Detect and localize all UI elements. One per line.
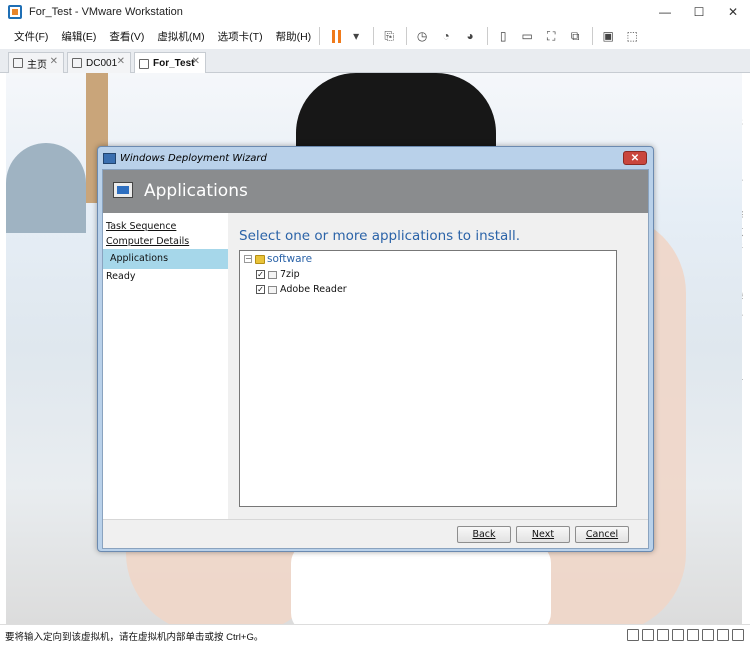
tree-item-label: Adobe Reader <box>280 284 347 295</box>
tree-item[interactable]: ✓ Adobe Reader <box>256 284 347 295</box>
applications-tree[interactable]: − software ✓ 7zip ✓ Adobe Reader <box>239 250 617 507</box>
menu-vm[interactable]: 虚拟机(M) <box>157 29 204 44</box>
send-keys-icon[interactable]: ⎘ <box>380 27 398 45</box>
edge-glyph: 缉 <box>742 205 743 221</box>
sound-icon[interactable] <box>687 629 699 641</box>
deployment-wizard-window: Windows Deployment Wizard ✕ Applications… <box>97 146 654 552</box>
tab-home[interactable]: 主页 ✕ <box>8 52 64 73</box>
checkbox-adobe-reader[interactable]: ✓ <box>256 285 265 294</box>
applications-prompt: Select one or more applications to insta… <box>239 228 521 244</box>
wizard-footer: Back Next Cancel <box>103 519 648 548</box>
edge-glyph: 舌 <box>742 373 743 389</box>
wizard-title-bar: Windows Deployment Wizard ✕ <box>98 147 653 169</box>
home-icon <box>13 58 23 68</box>
nav-task-sequence[interactable]: Task Sequence <box>106 221 176 232</box>
tab-label: DC001 <box>86 57 118 69</box>
tab-dc001[interactable]: DC001 ✕ <box>67 52 131 73</box>
tree-item[interactable]: ✓ 7zip <box>256 269 300 280</box>
back-button[interactable]: Back <box>457 526 511 543</box>
console-icon[interactable]: ▣ <box>599 27 617 45</box>
device-icons <box>627 629 744 641</box>
minimize-button[interactable]: — <box>648 0 682 23</box>
menu-view[interactable]: 查看(V) <box>109 29 144 44</box>
pause-icon[interactable] <box>332 29 342 43</box>
tree-item-label: 7zip <box>280 269 300 280</box>
window-controls: — ☐ ✕ <box>648 0 750 23</box>
application-icon <box>268 285 277 294</box>
vmware-icon <box>8 4 22 19</box>
tab-for-test[interactable]: For_Test ✕ <box>134 52 206 74</box>
tab-label: 主页 <box>27 59 47 71</box>
next-button[interactable]: Next <box>516 526 570 543</box>
collapse-icon[interactable]: − <box>244 255 252 263</box>
nav-ready: Ready <box>106 271 136 282</box>
background-image <box>291 543 551 624</box>
network-icon[interactable] <box>657 629 669 641</box>
edge-glyph: s <box>742 113 743 131</box>
printer-icon[interactable] <box>702 629 714 641</box>
menu-edit[interactable]: 编辑(E) <box>61 29 96 44</box>
toolbar-separator <box>487 27 489 45</box>
wizard-header: Applications <box>103 170 648 213</box>
wizard-header-title: Applications <box>144 181 248 201</box>
edge-glyph: 5 <box>742 291 743 303</box>
revert-snapshot-icon[interactable]: ◔ <box>437 27 455 45</box>
tree-root-label: software <box>267 253 313 265</box>
close-icon[interactable]: ✕ <box>192 56 200 67</box>
close-button[interactable]: ✕ <box>716 0 750 23</box>
display-icon[interactable] <box>717 629 729 641</box>
cd-drive-icon[interactable] <box>642 629 654 641</box>
edge-glyph: 名 <box>742 238 743 254</box>
background-image <box>6 143 86 233</box>
vm-icon <box>72 58 82 68</box>
toolbar-separator <box>319 27 321 45</box>
status-text: 要将输入定向到该虚拟机，请在虚拟机内部单击或按 Ctrl+G。 <box>5 631 264 643</box>
toolbar-separator <box>406 27 408 45</box>
close-icon[interactable]: ✕ <box>117 56 125 67</box>
tab-strip: 主页 ✕ DC001 ✕ For_Test ✕ <box>0 49 750 74</box>
wizard-close-button[interactable]: ✕ <box>623 151 647 165</box>
vm-icon <box>139 58 149 69</box>
edge-glyph: 今 <box>742 173 743 189</box>
toolbar-separator <box>373 27 375 45</box>
folder-icon <box>255 254 265 264</box>
menu-bar: 文件(F) 编辑(E) 查看(V) 虚拟机(M) 选项卡(T) 帮助(H) ▾ … <box>0 23 750 49</box>
toolbar-separator <box>592 27 594 45</box>
full-screen-icon[interactable]: ⛶ <box>542 27 560 45</box>
library-view-icon[interactable]: ▯ <box>494 27 512 45</box>
checkbox-7zip[interactable]: ✓ <box>256 270 265 279</box>
nav-computer-details[interactable]: Computer Details <box>106 236 189 247</box>
dropdown-arrow-icon[interactable]: ▾ <box>347 27 365 45</box>
close-icon[interactable]: ✕ <box>50 56 58 67</box>
thumbnail-view-icon[interactable]: ▭ <box>518 27 536 45</box>
unity-icon[interactable]: ⧉ <box>566 27 584 45</box>
snapshot-icon[interactable]: ◷ <box>413 27 431 45</box>
nav-applications[interactable]: Applications <box>103 249 228 269</box>
stretch-icon[interactable]: ⬚ <box>623 27 641 45</box>
application-icon <box>268 270 277 279</box>
right-edge-panel: s 今 缉 加 名 5 今 舌 <box>742 73 743 624</box>
tab-label: For_Test <box>153 58 195 69</box>
tree-root[interactable]: − software <box>244 253 312 265</box>
edge-glyph: 加 <box>742 223 743 239</box>
status-bar: 要将输入定向到该虚拟机，请在虚拟机内部单击或按 Ctrl+G。 <box>0 624 750 646</box>
wizard-window-title: Windows Deployment Wizard <box>120 152 267 164</box>
wizard-icon <box>103 152 116 164</box>
message-icon[interactable] <box>732 629 744 641</box>
wizard-body: Applications Task Sequence Computer Deta… <box>102 169 649 549</box>
hard-disk-icon[interactable] <box>627 629 639 641</box>
menu-help[interactable]: 帮助(H) <box>276 29 312 44</box>
wizard-content: Select one or more applications to insta… <box>228 213 648 519</box>
window-title: For_Test - VMware Workstation <box>29 5 183 18</box>
menu-tabs[interactable]: 选项卡(T) <box>218 29 263 44</box>
snapshot-manager-icon[interactable]: ◕ <box>461 27 479 45</box>
cancel-button[interactable]: Cancel <box>575 526 629 543</box>
menu-file[interactable]: 文件(F) <box>14 29 48 44</box>
maximize-button[interactable]: ☐ <box>682 0 716 23</box>
wizard-nav: Task Sequence Computer Details Applicati… <box>103 213 228 519</box>
title-bar: For_Test - VMware Workstation — ☐ ✕ <box>0 0 750 23</box>
usb-icon[interactable] <box>672 629 684 641</box>
computer-icon <box>113 182 133 198</box>
edge-glyph: 今 <box>742 308 743 324</box>
